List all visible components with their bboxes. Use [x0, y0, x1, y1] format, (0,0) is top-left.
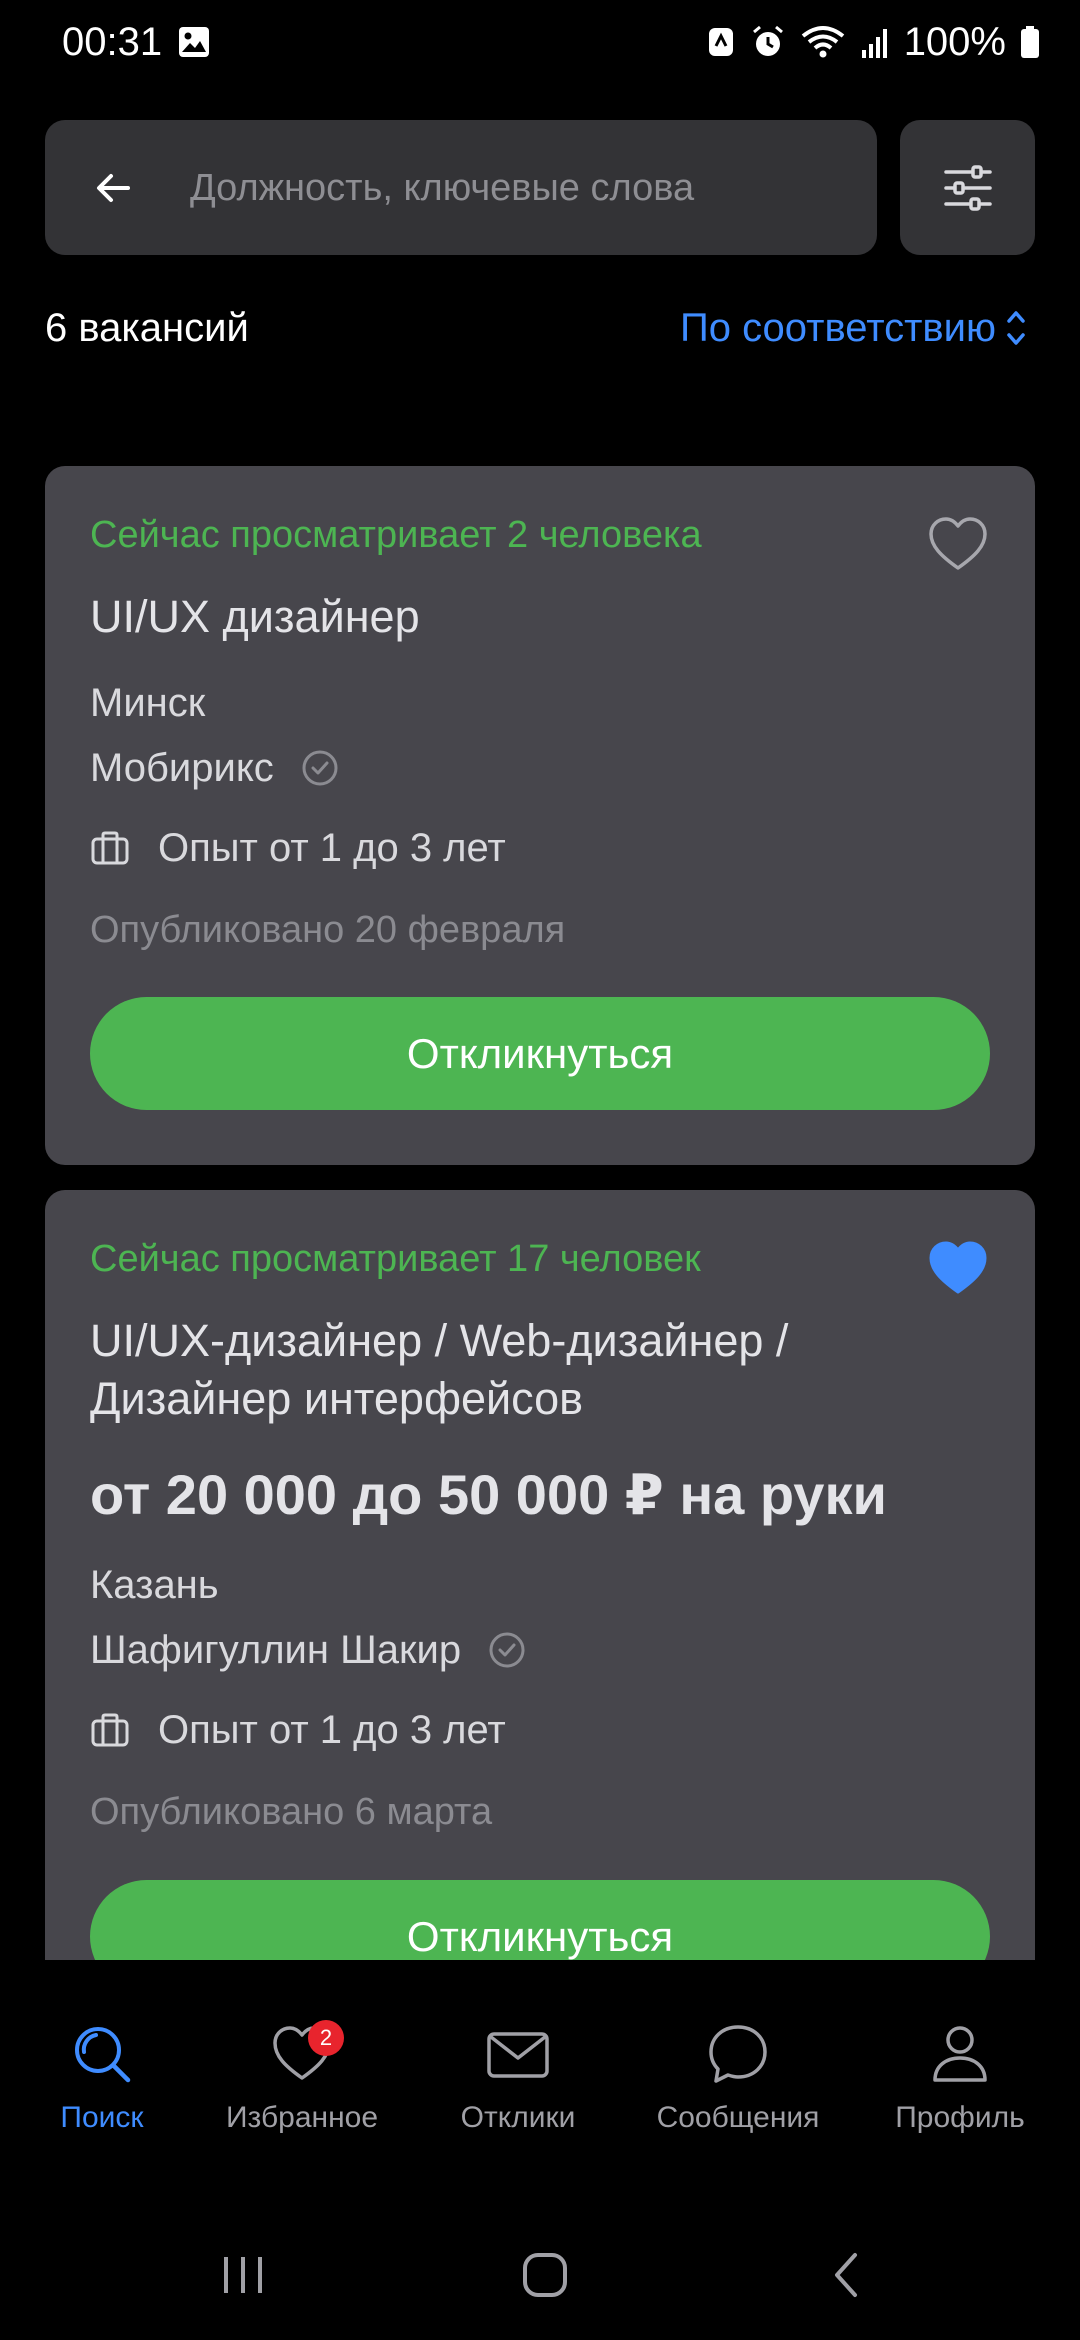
- experience-text: Опыт от 1 до 3 лет: [158, 1708, 506, 1752]
- favorites-badge: 2: [308, 2020, 344, 2056]
- chat-bubble-icon: [709, 2025, 767, 2083]
- job-title-line-2: Дизайнер интерфейсов: [90, 1373, 584, 1424]
- company-name: Шафигуллин Шакир: [90, 1628, 462, 1672]
- system-back-button[interactable]: [808, 2240, 888, 2310]
- home-button[interactable]: [505, 2240, 585, 2310]
- job-title[interactable]: UI/UX-дизайнер / Web-дизайнер / Дизайнер…: [90, 1312, 788, 1428]
- recent-apps-icon: [224, 2257, 262, 2293]
- sort-label: По соответствию: [680, 305, 996, 350]
- nav-item-search[interactable]: Поиск: [2, 2022, 202, 2136]
- nav-label-favorites: Избранное: [225, 2101, 379, 2134]
- heart-filled-icon[interactable]: [927, 1240, 989, 1296]
- job-title-line-1: UI/UX-дизайнер / Web-дизайнер /: [90, 1315, 789, 1366]
- nav-item-profile[interactable]: Профиль: [860, 2022, 1060, 2136]
- alarm-icon: [752, 25, 783, 56]
- system-back-icon: [835, 2253, 857, 2297]
- company-row[interactable]: Мобирикс: [90, 743, 340, 793]
- briefcase-icon: [91, 1713, 129, 1747]
- nav-item-favorites[interactable]: 2 Избранное: [202, 2020, 402, 2136]
- vacancy-count: 6 вакансий: [45, 306, 249, 350]
- person-icon: [933, 2026, 987, 2082]
- job-city: Минск: [90, 681, 206, 725]
- search-icon: [75, 2027, 131, 2083]
- battery-percent: 100%: [903, 20, 1006, 64]
- wifi-icon: [801, 26, 844, 58]
- status-icons: 100%: [706, 18, 1040, 66]
- published-date: Опубликовано 6 марта: [90, 1791, 493, 1833]
- nav-label-responses: Отклики: [460, 2101, 576, 2134]
- filter-button[interactable]: [900, 120, 1035, 255]
- experience-text: Опыт от 1 до 3 лет: [158, 826, 506, 870]
- status-time: 00:31: [62, 20, 163, 64]
- sort-chevrons-icon: [1007, 311, 1025, 345]
- nav-item-responses[interactable]: Отклики: [418, 2022, 618, 2136]
- experience-row: Опыт от 1 до 3 лет: [90, 1705, 506, 1755]
- viewers-count: Сейчас просматривает 17 человек: [90, 1238, 701, 1280]
- signal-icon: [861, 29, 887, 58]
- briefcase-icon: [91, 831, 129, 865]
- nav-label-messages: Сообщения: [656, 2101, 820, 2134]
- nav-label-profile: Профиль: [895, 2101, 1025, 2134]
- recent-apps-button[interactable]: [203, 2240, 283, 2310]
- company-row[interactable]: Шафигуллин Шакир: [90, 1625, 527, 1675]
- job-city: Казань: [90, 1563, 219, 1607]
- vacancy-card[interactable]: Сейчас просматривает 17 человек UI/UX-ди…: [45, 1190, 1035, 1960]
- respond-button[interactable]: Откликнуться: [90, 1880, 990, 1960]
- verified-check-icon: [302, 750, 338, 786]
- image-notification-icon: [179, 27, 209, 57]
- back-arrow-icon[interactable]: [92, 167, 134, 209]
- heart-outline-icon[interactable]: [927, 516, 989, 572]
- respond-button[interactable]: Откликнуться: [90, 997, 990, 1110]
- nav-item-messages[interactable]: Сообщения: [638, 2022, 838, 2136]
- search-input[interactable]: [190, 158, 850, 218]
- verified-check-icon: [489, 1632, 525, 1668]
- company-name: Мобирикс: [90, 746, 274, 790]
- home-icon: [523, 2253, 567, 2297]
- envelope-icon: [487, 2032, 549, 2078]
- sort-button[interactable]: По соответствию: [680, 300, 1028, 356]
- job-title[interactable]: UI/UX дизайнер: [90, 588, 420, 646]
- nfc-icon: [708, 28, 733, 56]
- salary: от 20 000 до 50 000 ₽ на руки: [90, 1463, 887, 1526]
- filter-sliders-icon: [943, 164, 992, 211]
- vacancy-list[interactable]: Сейчас просматривает 2 человека UI/UX ди…: [0, 440, 1080, 1960]
- nav-label-search: Поиск: [60, 2101, 144, 2134]
- published-date: Опубликовано 20 февраля: [90, 909, 566, 951]
- experience-row: Опыт от 1 до 3 лет: [90, 823, 506, 873]
- viewers-count: Сейчас просматривает 2 человека: [90, 514, 702, 556]
- vacancy-card[interactable]: Сейчас просматривает 2 человека UI/UX ди…: [45, 466, 1035, 1165]
- battery-icon: [1021, 26, 1039, 58]
